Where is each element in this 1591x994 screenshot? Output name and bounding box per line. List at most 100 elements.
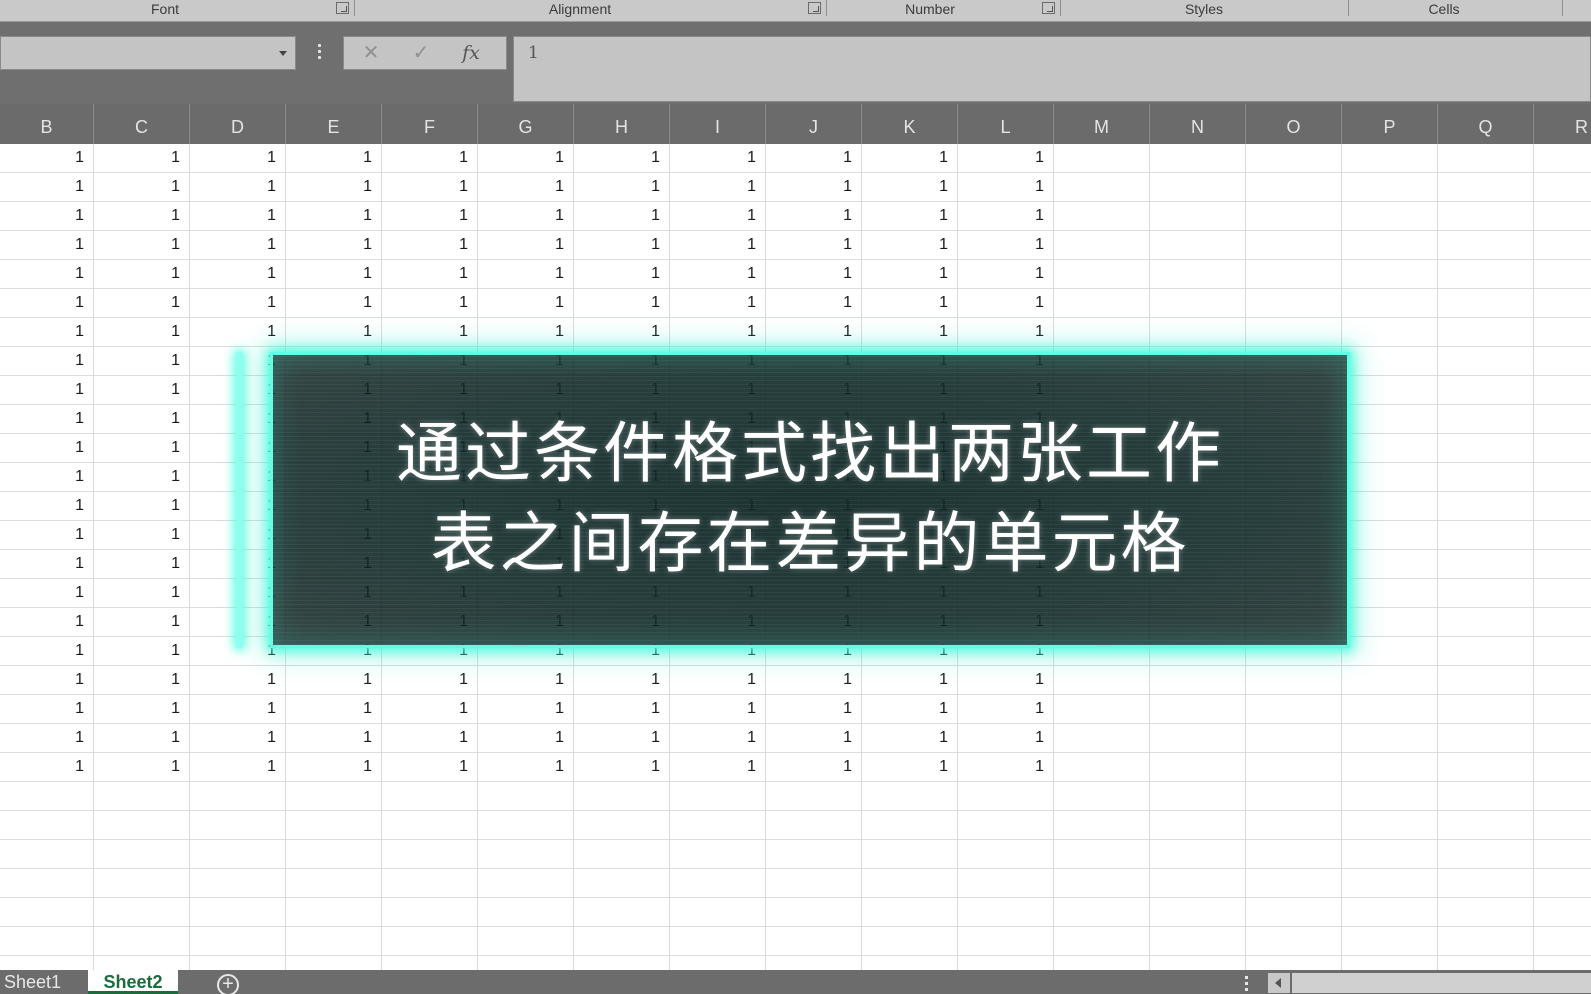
cell[interactable]: 1 <box>0 318 94 346</box>
cell[interactable]: 1 <box>958 173 1054 201</box>
cell[interactable]: 1 <box>670 666 766 694</box>
column-header-p[interactable]: P <box>1342 104 1438 144</box>
cell[interactable]: 1 <box>94 173 190 201</box>
cell[interactable]: 1 <box>766 753 862 781</box>
cell[interactable]: 1 <box>670 695 766 723</box>
cell[interactable]: 1 <box>670 173 766 201</box>
cell[interactable]: 1 <box>94 289 190 317</box>
cell[interactable]: 1 <box>0 144 94 172</box>
cell[interactable]: 1 <box>766 260 862 288</box>
chevron-down-icon[interactable] <box>279 51 287 56</box>
cell[interactable]: 1 <box>670 260 766 288</box>
cell[interactable]: 1 <box>0 376 94 404</box>
cell[interactable]: 1 <box>190 289 286 317</box>
column-header-i[interactable]: I <box>670 104 766 144</box>
cell[interactable]: 1 <box>0 695 94 723</box>
cell[interactable]: 1 <box>958 695 1054 723</box>
cell[interactable]: 1 <box>766 666 862 694</box>
cell[interactable]: 1 <box>958 318 1054 346</box>
cell[interactable]: 1 <box>766 231 862 259</box>
cell[interactable]: 1 <box>0 608 94 636</box>
cell[interactable]: 1 <box>0 637 94 665</box>
cell[interactable]: 1 <box>766 144 862 172</box>
tab-sheet1[interactable]: Sheet1 <box>0 970 70 994</box>
cell[interactable]: 1 <box>958 231 1054 259</box>
cell[interactable]: 1 <box>94 521 190 549</box>
cell[interactable]: 1 <box>766 289 862 317</box>
column-header-b[interactable]: B <box>0 104 94 144</box>
cell[interactable]: 1 <box>94 753 190 781</box>
cell[interactable]: 1 <box>574 318 670 346</box>
cell[interactable]: 1 <box>94 550 190 578</box>
cell[interactable]: 1 <box>958 666 1054 694</box>
cell[interactable]: 1 <box>862 144 958 172</box>
cell[interactable]: 1 <box>286 724 382 752</box>
cell[interactable]: 1 <box>478 289 574 317</box>
cell[interactable]: 1 <box>478 318 574 346</box>
cell[interactable]: 1 <box>0 463 94 491</box>
cancel-button[interactable]: ✕ <box>356 41 386 65</box>
cell[interactable]: 1 <box>670 289 766 317</box>
column-header-d[interactable]: D <box>190 104 286 144</box>
cell[interactable]: 1 <box>190 260 286 288</box>
cell[interactable]: 1 <box>862 202 958 230</box>
add-sheet-icon[interactable]: + <box>217 974 239 994</box>
cell[interactable]: 1 <box>478 144 574 172</box>
cell[interactable]: 1 <box>0 434 94 462</box>
cell[interactable]: 1 <box>478 724 574 752</box>
cell[interactable]: 1 <box>670 318 766 346</box>
alignment-dialog-launcher-icon[interactable] <box>808 2 821 14</box>
cell[interactable]: 1 <box>286 695 382 723</box>
cell[interactable]: 1 <box>574 289 670 317</box>
cell[interactable]: 1 <box>94 579 190 607</box>
cell[interactable]: 1 <box>862 724 958 752</box>
cell[interactable]: 1 <box>574 666 670 694</box>
cell[interactable]: 1 <box>862 231 958 259</box>
column-header-f[interactable]: F <box>382 104 478 144</box>
cell[interactable]: 1 <box>862 318 958 346</box>
cell[interactable]: 1 <box>94 434 190 462</box>
cell[interactable]: 1 <box>670 753 766 781</box>
cell[interactable]: 1 <box>94 608 190 636</box>
cell[interactable]: 1 <box>0 579 94 607</box>
cell[interactable]: 1 <box>382 666 478 694</box>
cell[interactable]: 1 <box>958 144 1054 172</box>
cell[interactable]: 1 <box>190 318 286 346</box>
cell[interactable]: 1 <box>382 231 478 259</box>
horizontal-scrollbar[interactable] <box>1292 973 1591 993</box>
cell[interactable]: 1 <box>286 260 382 288</box>
cell[interactable]: 1 <box>190 666 286 694</box>
cell[interactable]: 1 <box>94 231 190 259</box>
cell[interactable]: 1 <box>94 260 190 288</box>
cell[interactable]: 1 <box>382 173 478 201</box>
cell[interactable]: 1 <box>0 724 94 752</box>
cell[interactable]: 1 <box>0 260 94 288</box>
cell[interactable]: 1 <box>94 144 190 172</box>
cell[interactable]: 1 <box>382 318 478 346</box>
cell[interactable]: 1 <box>478 753 574 781</box>
column-header-o[interactable]: O <box>1246 104 1342 144</box>
cell[interactable]: 1 <box>574 695 670 723</box>
font-dialog-launcher-icon[interactable] <box>336 2 349 14</box>
column-header-m[interactable]: M <box>1054 104 1150 144</box>
cell[interactable]: 1 <box>0 202 94 230</box>
cell[interactable]: 1 <box>862 289 958 317</box>
cell[interactable]: 1 <box>478 173 574 201</box>
cell[interactable]: 1 <box>382 202 478 230</box>
cell[interactable]: 1 <box>286 231 382 259</box>
cell[interactable]: 1 <box>862 695 958 723</box>
column-header-c[interactable]: C <box>94 104 190 144</box>
cell[interactable]: 1 <box>382 724 478 752</box>
cell[interactable]: 1 <box>94 695 190 723</box>
name-box[interactable] <box>0 36 296 70</box>
cell[interactable]: 1 <box>574 753 670 781</box>
column-header-r[interactable]: R <box>1534 104 1591 144</box>
formula-input[interactable]: 1 <box>513 36 1591 102</box>
column-header-l[interactable]: L <box>958 104 1054 144</box>
cell[interactable]: 1 <box>286 318 382 346</box>
cell[interactable]: 1 <box>94 724 190 752</box>
cell[interactable]: 1 <box>0 173 94 201</box>
cell[interactable]: 1 <box>958 753 1054 781</box>
cell[interactable]: 1 <box>0 231 94 259</box>
cell[interactable]: 1 <box>94 492 190 520</box>
